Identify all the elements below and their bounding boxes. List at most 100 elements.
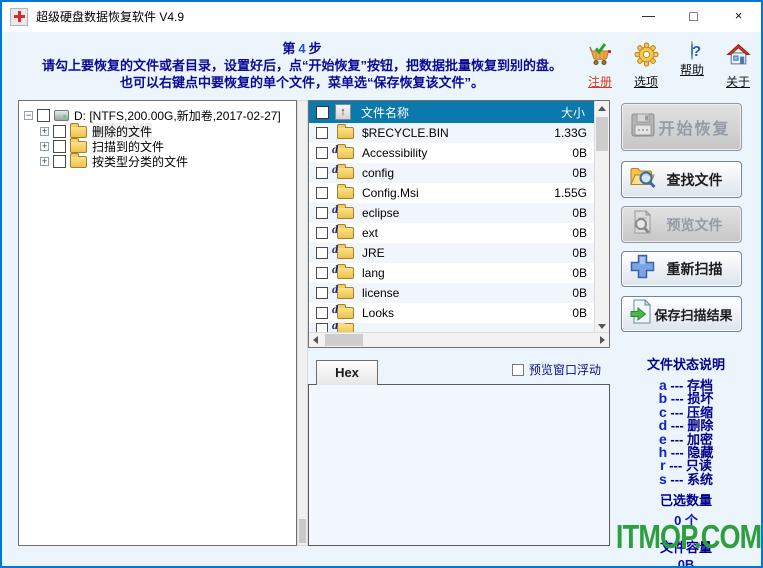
preview-float-checkbox[interactable]: 预览窗口浮动: [512, 361, 601, 378]
folder-flag: d: [332, 282, 338, 297]
legend-item: b --- 损坏: [612, 392, 760, 405]
file-name: Config.Msi: [362, 186, 419, 200]
tree-checkbox[interactable]: [53, 140, 66, 153]
horizontal-scroll-thumb[interactable]: [325, 334, 363, 346]
table-row[interactable]: d eclipse 0B: [309, 203, 594, 223]
file-name: JRE: [362, 246, 385, 260]
about-button[interactable]: 关于: [721, 42, 755, 90]
file-list-panel: ↑ 文件名称 大小 $RECYCLE.BIN 1.33G d Accessibi…: [308, 100, 610, 348]
legend-item: s --- 系统: [612, 473, 760, 486]
scroll-right-icon[interactable]: [600, 336, 605, 344]
folder-flag: d: [332, 142, 338, 157]
tree-item-label: 按类型分类的文件: [92, 153, 188, 170]
tree-item-deleted-files[interactable]: 删除的文件: [24, 124, 296, 139]
table-row[interactable]: d Looks 0B: [309, 303, 594, 323]
tree-item-drive[interactable]: D: [NTFS,200.00G,新加卷,2017-02-27]: [24, 106, 296, 124]
row-checkbox[interactable]: [316, 207, 328, 219]
file-name: license: [362, 286, 399, 300]
folder-flag: d: [332, 323, 338, 332]
row-checkbox[interactable]: [316, 167, 328, 179]
folder-tree-panel: D: [NTFS,200.00G,新加卷,2017-02-27] 删除的文件 扫…: [18, 100, 297, 546]
start-recovery-button[interactable]: 开始恢复: [621, 103, 742, 151]
select-all-checkbox[interactable]: [316, 106, 329, 119]
rescan-button[interactable]: 重新扫描: [621, 251, 742, 287]
vertical-scrollbar[interactable]: [594, 101, 609, 334]
expand-icon[interactable]: [40, 142, 49, 151]
register-label: 注册: [583, 73, 617, 90]
checkbox[interactable]: [512, 364, 524, 376]
file-name: Looks: [362, 306, 394, 320]
row-checkbox[interactable]: [316, 127, 328, 139]
row-checkbox[interactable]: [316, 227, 328, 239]
folder-icon: d: [337, 147, 354, 159]
vertical-scroll-thumb[interactable]: [596, 117, 608, 151]
table-row[interactable]: d Accessibility 0B: [309, 143, 594, 163]
column-header-name[interactable]: 文件名称: [361, 104, 409, 121]
preview-file-icon: [629, 209, 657, 240]
window-title: 超级硬盘数据恢复软件 V4.9: [36, 2, 184, 32]
folder-flag: d: [332, 162, 338, 177]
scroll-left-icon[interactable]: [313, 336, 318, 344]
close-button[interactable]: ×: [716, 2, 761, 32]
step-number: 4: [295, 41, 308, 56]
tree-item-files-by-type[interactable]: 按类型分类的文件: [24, 154, 296, 169]
table-row[interactable]: d lang 0B: [309, 263, 594, 283]
preview-float-label: 预览窗口浮动: [529, 361, 601, 378]
row-checkbox[interactable]: [316, 147, 328, 159]
help-button[interactable]: 帮助: [675, 42, 709, 90]
horizontal-scrollbar[interactable]: [309, 332, 609, 347]
file-size: 0B: [572, 166, 587, 180]
minimize-button[interactable]: —: [626, 2, 671, 32]
collapse-icon[interactable]: [24, 111, 33, 120]
file-capacity-value: 0B: [612, 557, 760, 568]
row-checkbox[interactable]: [316, 187, 328, 199]
legend-item: d --- 删除: [612, 419, 760, 432]
tree-checkbox-drive[interactable]: [37, 109, 50, 122]
header-actions: 注册 选项 帮助: [583, 42, 755, 90]
folder-icon: [70, 156, 87, 168]
save-scan-results-button[interactable]: 保存扫描结果: [621, 296, 742, 332]
register-button[interactable]: 注册: [583, 42, 617, 90]
file-size: 0B: [572, 286, 587, 300]
table-row[interactable]: Config.Msi 1.55G: [309, 183, 594, 203]
table-row[interactable]: d config 0B: [309, 163, 594, 183]
save-results-icon: [629, 298, 654, 330]
folder-icon: d: [337, 267, 354, 279]
folder-up-icon[interactable]: ↑: [335, 104, 351, 120]
row-checkbox[interactable]: [316, 267, 328, 279]
options-button[interactable]: 选项: [629, 42, 663, 90]
tree-scrollbar[interactable]: [297, 100, 308, 546]
file-name: lang: [362, 266, 385, 280]
table-row[interactable]: d license 0B: [309, 283, 594, 303]
tree-checkbox[interactable]: [53, 125, 66, 138]
tree-checkbox[interactable]: [53, 155, 66, 168]
file-name: Accessibility: [362, 146, 427, 160]
app-window: 超级硬盘数据恢复软件 V4.9 — □ × 第4步 请勾上要恢复的文件或者目录，…: [0, 0, 763, 568]
table-row[interactable]: d ext 0B: [309, 223, 594, 243]
folder-flag: d: [332, 302, 338, 317]
scroll-down-icon[interactable]: [598, 324, 606, 329]
table-row[interactable]: d JRE 0B: [309, 243, 594, 263]
file-name: config: [362, 166, 394, 180]
table-row[interactable]: d: [309, 323, 594, 332]
expand-icon[interactable]: [40, 127, 49, 136]
row-checkbox[interactable]: [316, 323, 328, 332]
search-file-button[interactable]: 查找文件: [621, 161, 742, 198]
file-size: 0B: [572, 306, 587, 320]
rescan-icon: [629, 253, 656, 285]
folder-icon: d: [337, 323, 354, 332]
expand-icon[interactable]: [40, 157, 49, 166]
table-row[interactable]: $RECYCLE.BIN 1.33G: [309, 123, 594, 143]
row-checkbox[interactable]: [316, 287, 328, 299]
column-header-size[interactable]: 大小: [561, 104, 585, 121]
tab-hex[interactable]: Hex: [316, 360, 378, 385]
row-checkbox[interactable]: [316, 247, 328, 259]
tree-item-scanned-files[interactable]: 扫描到的文件: [24, 139, 296, 154]
folder-flag: d: [332, 222, 338, 237]
scroll-up-icon[interactable]: [598, 106, 606, 111]
hex-preview-area: [308, 384, 610, 546]
folder-icon: d: [337, 227, 354, 239]
row-checkbox[interactable]: [316, 307, 328, 319]
maximize-button[interactable]: □: [671, 2, 716, 32]
preview-file-button[interactable]: 预览文件: [621, 206, 742, 243]
